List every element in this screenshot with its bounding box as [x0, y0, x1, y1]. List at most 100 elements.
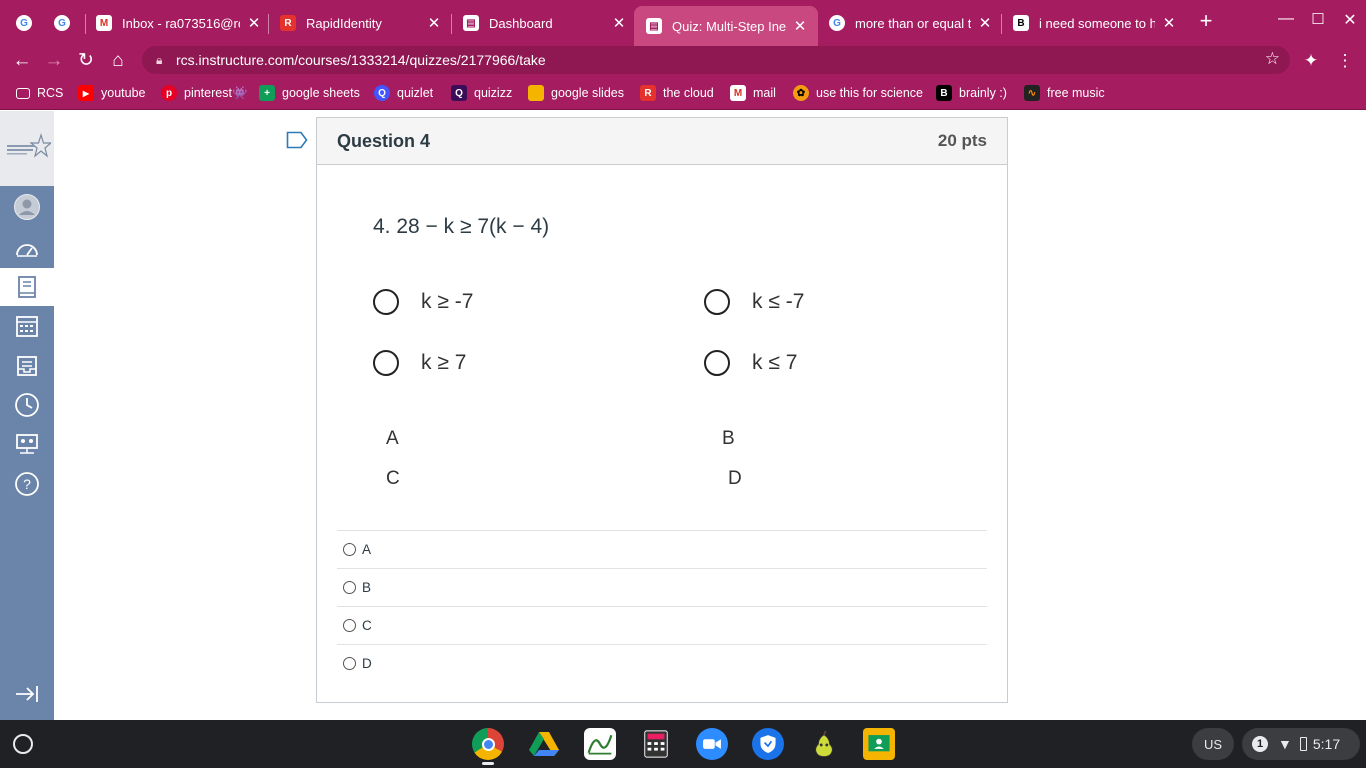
notification-badge: 1 [1252, 736, 1268, 752]
tab-dashboard[interactable]: ▤ Dashboard ✕ [463, 7, 627, 39]
account-nav-item[interactable] [0, 188, 54, 226]
bookmark-label: brainly :) [959, 86, 1007, 100]
answer-label: B [362, 580, 372, 595]
brainly-icon: B [1013, 15, 1029, 31]
flag-question-icon[interactable] [286, 131, 308, 149]
answer-radio[interactable] [343, 657, 356, 670]
image-letter-d: D [728, 468, 742, 489]
chrome-icon[interactable] [472, 728, 504, 760]
answer-option-a[interactable]: A [337, 530, 987, 568]
answer-radio[interactable] [343, 543, 356, 556]
close-icon[interactable]: ✕ [246, 14, 262, 32]
answer-option-c[interactable]: C [337, 606, 987, 644]
history-nav-item[interactable] [0, 386, 54, 424]
bookmark-label: quizlet [397, 86, 434, 100]
inbox-icon [17, 356, 37, 376]
bookmark-google-sheets[interactable]: + google sheets [259, 83, 360, 103]
bookmark-label: pinterest👾 [184, 85, 248, 100]
bookmark-science[interactable]: ✿ use this for science [793, 83, 923, 103]
zoom-icon[interactable] [696, 728, 728, 760]
answer-option-b[interactable]: B [337, 568, 987, 606]
image-letter-c: C [386, 468, 400, 489]
menu-icon[interactable]: ⋮ [1333, 49, 1357, 73]
tab-title: more than or equal to [855, 15, 971, 31]
courses-nav-item[interactable] [0, 268, 54, 306]
bookmark-label: youtube [101, 86, 146, 100]
bookmark-label: mail [753, 86, 776, 100]
launcher-icon[interactable] [13, 734, 33, 754]
window-close-icon[interactable]: ✕ [1338, 10, 1362, 30]
keyboard-locale[interactable]: US [1192, 728, 1234, 760]
bookmark-star-icon[interactable]: ☆ [1265, 49, 1280, 69]
tab-rapididentity[interactable]: R RapidIdentity ✕ [280, 7, 442, 39]
close-icon[interactable]: ✕ [611, 14, 627, 32]
reload-icon[interactable]: ↻ [74, 49, 98, 73]
account-icon [14, 194, 40, 220]
google-tab-pinned-2[interactable]: G [54, 7, 80, 39]
answer-radio[interactable] [343, 581, 356, 594]
bookmark-label: RCS [37, 86, 64, 100]
classroom-icon[interactable] [863, 728, 895, 760]
image-option-text: k ≤ 7 [752, 351, 798, 374]
extensions-icon[interactable]: ✦ [1299, 49, 1323, 73]
calendar-nav-item[interactable] [0, 307, 54, 345]
tab-quiz-active[interactable]: ▤ Quiz: Multi-Step Inequ ✕ [634, 6, 818, 46]
bookmark-quizlet[interactable]: Qquizlet [374, 83, 433, 103]
collapse-icon [16, 686, 38, 702]
bookmark-rcs[interactable]: RCS [16, 83, 63, 103]
inbox-nav-item[interactable] [0, 346, 54, 384]
quizlet-icon: Q [374, 85, 390, 101]
status-tray[interactable]: 1 ▼ 5:17 [1242, 728, 1360, 760]
google-tab-pinned[interactable]: G [16, 7, 42, 39]
address-bar[interactable]: 🔒︎ rcs.instructure.com/courses/1333214/q… [142, 46, 1290, 74]
new-tab-icon[interactable]: + [1194, 8, 1218, 34]
image-option-d: k ≤ 7 [704, 350, 797, 376]
bookmark-free-music[interactable]: ∿ free music [1024, 83, 1105, 103]
collapse-nav-button[interactable] [0, 675, 54, 713]
tab-separator [1001, 14, 1002, 34]
bookmark-mail[interactable]: Mmail [730, 83, 776, 103]
geogebra-icon[interactable] [584, 728, 616, 760]
image-option-text: k ≤ -7 [752, 290, 805, 313]
minimize-icon[interactable]: — [1274, 10, 1298, 28]
forward-icon[interactable]: → [42, 49, 66, 73]
tab-gmail[interactable]: M Inbox - ra073516@roc ✕ [96, 7, 262, 39]
rapididentity-icon: R [280, 15, 296, 31]
back-icon[interactable]: ← [10, 49, 34, 73]
radio-circle-icon [704, 350, 730, 376]
radio-circle-icon [704, 289, 730, 315]
bookmark-youtube[interactable]: ▶ youtube [78, 83, 145, 103]
close-icon[interactable]: ✕ [977, 14, 993, 32]
bookmark-brainly[interactable]: Bbrainly :) [936, 83, 1007, 103]
tab-title: i need someone to hel [1039, 15, 1155, 31]
image-option-a: k ≥ -7 [373, 289, 473, 315]
tab-google-search[interactable]: G more than or equal to ✕ [829, 7, 993, 39]
close-icon[interactable]: ✕ [426, 14, 442, 32]
dashboard-nav-item[interactable] [0, 230, 54, 268]
bookmark-pinterest[interactable]: p pinterest👾 [161, 83, 248, 103]
close-icon[interactable]: ✕ [1161, 14, 1177, 32]
close-icon[interactable]: ✕ [792, 17, 808, 35]
browser-tab-strip: G G M Inbox - ra073516@roc ✕ R RapidIden… [0, 0, 1366, 46]
bookmark-the-cloud[interactable]: Rthe cloud [640, 83, 714, 103]
calculator-icon[interactable] [640, 728, 672, 760]
answer-option-d[interactable]: D [337, 644, 987, 682]
bookmark-quizizz[interactable]: Qquizizz [451, 83, 512, 103]
bookmark-label: free music [1047, 86, 1105, 100]
image-option-c: k ≥ 7 [373, 350, 466, 376]
help-nav-item[interactable]: ? [0, 465, 54, 503]
tab-title: RapidIdentity [306, 15, 382, 31]
science-icon: ✿ [793, 85, 809, 101]
pear-deck-icon[interactable] [808, 728, 840, 760]
quizizz-icon: Q [451, 85, 467, 101]
google-g-icon: G [16, 15, 32, 31]
bookmark-google-slides[interactable]: google slides [528, 83, 624, 103]
home-icon[interactable]: ⌂ [106, 49, 130, 73]
security-icon[interactable] [752, 728, 784, 760]
maximize-icon[interactable]: ☐ [1306, 10, 1330, 28]
drive-icon[interactable] [528, 728, 560, 760]
tab-brainly[interactable]: B i need someone to hel ✕ [1013, 7, 1177, 39]
bookmark-label: google sheets [282, 86, 360, 100]
studio-nav-item[interactable] [0, 425, 54, 463]
answer-radio[interactable] [343, 619, 356, 632]
